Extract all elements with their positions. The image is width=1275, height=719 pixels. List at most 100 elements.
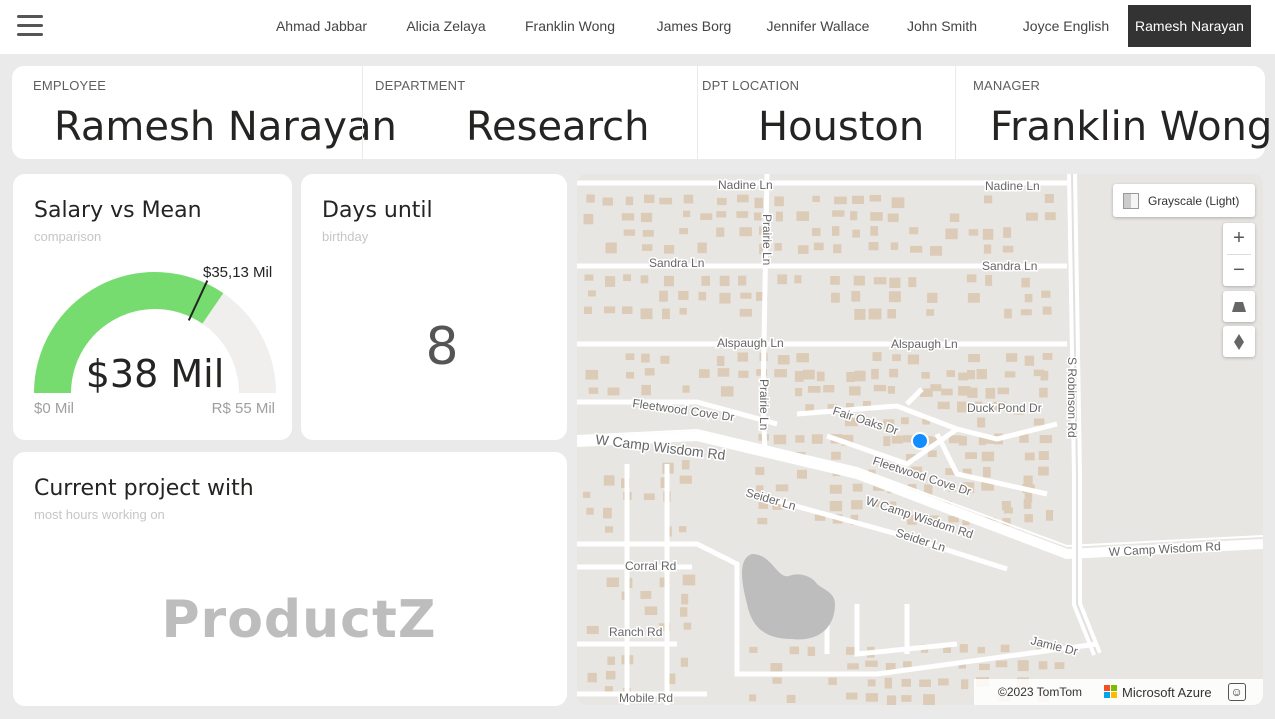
map-attribution: ©2023 TomTom Microsoft Azure ☺ (974, 679, 1263, 705)
map-building (640, 275, 649, 284)
tab-ahmad-jabbar[interactable]: Ahmad Jabbar (259, 5, 384, 47)
map-building (1002, 245, 1014, 253)
map-building (851, 500, 863, 510)
plus-icon[interactable]: + (1223, 223, 1255, 254)
smiley-icon[interactable]: ☺ (1227, 683, 1246, 701)
map-style-picker[interactable]: Grayscale (Light) (1113, 184, 1255, 217)
map-building (795, 387, 803, 397)
map-building (644, 606, 658, 616)
location-map[interactable]: Nadine Ln Nadine Ln Sandra Ln Sandra Ln … (577, 174, 1263, 705)
map-building (890, 242, 899, 250)
map-building (1038, 451, 1049, 461)
map-street-label: Sandra Ln (982, 259, 1037, 273)
map-building (1041, 290, 1051, 298)
tab-alicia-zelaya[interactable]: Alicia Zelaya (384, 5, 508, 47)
tab-john-smith[interactable]: John Smith (880, 5, 1004, 47)
map-building (739, 308, 752, 317)
map-building (797, 245, 809, 254)
map-street-label: Prairie Ln (757, 379, 771, 430)
map-building (680, 607, 688, 617)
tab-jennifer-wallace[interactable]: Jennifer Wallace (756, 5, 880, 47)
map-building (921, 371, 930, 379)
map-building (625, 196, 634, 206)
pitch-icon[interactable] (1223, 291, 1255, 322)
map-building (640, 308, 653, 320)
map-building (683, 194, 694, 204)
days-value: 8 (425, 317, 459, 377)
map-building (754, 197, 763, 209)
map-building (926, 309, 935, 316)
tab-james-borg[interactable]: James Borg (632, 5, 756, 47)
map-building (642, 244, 653, 251)
project-title: Current project with (34, 476, 254, 501)
map-building (846, 646, 856, 655)
map-building (717, 197, 727, 206)
hamburger-menu-icon[interactable] (17, 15, 43, 37)
map-building (679, 307, 687, 315)
map-building (823, 385, 835, 393)
map-building (621, 213, 635, 221)
map-building (736, 211, 749, 218)
map-building (873, 384, 887, 392)
map-street-label: Duck Pond Dr (967, 401, 1042, 415)
tab-joyce-english[interactable]: Joyce English (1004, 5, 1128, 47)
gauge-target-label: $35,13 Mil (203, 264, 273, 281)
map-building (736, 194, 749, 203)
kpi-manager-value: Franklin Wong (990, 104, 1273, 150)
compass-icon[interactable] (1223, 326, 1255, 357)
map-building (678, 290, 689, 300)
map-building (867, 679, 876, 687)
map-building (997, 387, 1010, 395)
map-building (1024, 452, 1035, 461)
map-building (659, 290, 668, 302)
map-building (910, 245, 923, 253)
map-building (892, 354, 901, 362)
map-building (737, 352, 748, 362)
map-building (807, 646, 816, 657)
map-building (739, 227, 752, 237)
map-building (976, 369, 988, 380)
kpi-department-label: DEPARTMENT (375, 78, 466, 93)
map-building (682, 385, 690, 393)
map-building (1054, 662, 1065, 670)
map-building (937, 401, 950, 410)
map-building (811, 227, 821, 236)
map-building (701, 275, 710, 286)
map-building (846, 371, 855, 383)
map-building (830, 275, 840, 285)
map-building (927, 292, 938, 303)
map-style-label: Grayscale (Light) (1148, 193, 1240, 208)
map-building (794, 275, 802, 284)
map-building (854, 370, 866, 382)
map-building (854, 308, 866, 320)
map-canvas[interactable]: Nadine Ln Nadine Ln Sandra Ln Sandra Ln … (577, 174, 1263, 705)
map-building (740, 292, 752, 299)
map-building (604, 526, 614, 533)
kpi-manager: MANAGER Franklin Wong (955, 66, 1272, 159)
map-street-label: S Robinson Rd (1065, 357, 1079, 438)
map-building (968, 354, 980, 363)
map-building (887, 213, 899, 223)
map-building (901, 417, 909, 425)
map-building (979, 663, 990, 671)
tab-franklin-wong[interactable]: Franklin Wong (508, 5, 632, 47)
map-building (602, 197, 614, 206)
kpi-employee-label: EMPLOYEE (33, 78, 107, 93)
map-building (603, 507, 612, 519)
map-building (682, 574, 696, 586)
map-building (803, 369, 815, 380)
map-street-label: Corral Rd (625, 559, 676, 573)
minus-icon[interactable]: − (1223, 255, 1255, 286)
map-building (852, 229, 860, 238)
map-building (586, 625, 599, 635)
map-building (966, 274, 977, 283)
map-building (1024, 514, 1033, 523)
current-project-card: Current project with most hours working … (13, 452, 567, 706)
map-building (795, 435, 805, 443)
map-building (850, 211, 858, 221)
project-value: ProductZ (161, 590, 437, 650)
tab-ramesh-narayan[interactable]: Ramesh Narayan (1128, 5, 1251, 47)
microsoft-logo-icon (1104, 685, 1118, 699)
map-building (679, 475, 692, 484)
map-building (773, 434, 787, 445)
